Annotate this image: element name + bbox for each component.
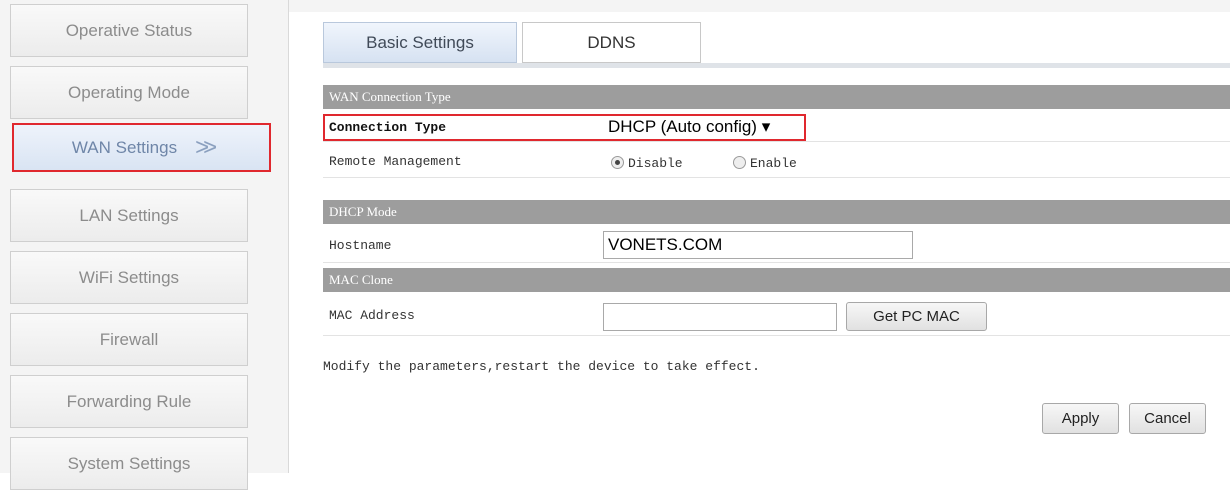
row-connection-type: Connection Type [323, 114, 1230, 142]
sidebar-item-label: System Settings [67, 453, 191, 473]
sidebar-item-label: LAN Settings [79, 205, 179, 225]
section-header-dhcp: DHCP Mode [323, 200, 1230, 224]
remote-disable-radio[interactable] [611, 156, 624, 169]
sidebar-item-wan-settings[interactable]: WAN Settings >> [12, 123, 271, 172]
sidebar-item-label: WiFi Settings [78, 267, 180, 287]
sidebar-item-operative-status[interactable]: Operative Status [10, 4, 248, 57]
sidebar-item-lan-settings[interactable]: LAN Settings [10, 189, 248, 242]
mac-address-label: MAC Address [329, 308, 415, 323]
double-chevron-right-icon: >> [195, 133, 217, 161]
tab-label: Basic Settings [366, 32, 474, 52]
sidebar: Operative Status Operating Mode WAN Sett… [0, 0, 288, 490]
remote-enable-label: Enable [750, 156, 797, 171]
section-header-mac: MAC Clone [323, 268, 1230, 292]
remote-management-label: Remote Management [329, 154, 462, 169]
sidebar-item-label: WAN Settings [71, 137, 178, 157]
cancel-button[interactable]: Cancel [1129, 403, 1206, 434]
hostname-label: Hostname [329, 238, 392, 253]
top-band [289, 0, 1230, 12]
connection-type-label: Connection Type [329, 120, 447, 135]
get-pc-mac-button[interactable]: Get PC MAC [846, 302, 987, 331]
hostname-input[interactable] [603, 231, 913, 259]
sidebar-item-label: Operative Status [65, 20, 193, 40]
remote-disable-label: Disable [628, 156, 683, 171]
remote-enable-radio[interactable] [733, 156, 746, 169]
tab-basic-settings[interactable]: Basic Settings [323, 22, 517, 63]
sidebar-item-firewall[interactable]: Firewall [10, 313, 248, 366]
tab-ddns[interactable]: DDNS [522, 22, 701, 63]
restart-note: Modify the parameters,restart the device… [323, 359, 760, 374]
section-header-wan: WAN Connection Type [323, 85, 1230, 109]
sidebar-item-operating-mode[interactable]: Operating Mode [10, 66, 248, 119]
apply-button[interactable]: Apply [1042, 403, 1119, 434]
sidebar-item-label: Firewall [99, 329, 159, 349]
sidebar-item-label: Operating Mode [68, 82, 190, 102]
sidebar-item-wifi-settings[interactable]: WiFi Settings [10, 251, 248, 304]
tab-underline [323, 63, 1230, 68]
tab-label: DDNS [587, 32, 636, 52]
sidebar-item-forwarding-rule[interactable]: Forwarding Rule [10, 375, 248, 428]
sidebar-item-label: Forwarding Rule [66, 391, 192, 411]
connection-type-select[interactable]: DHCP (Auto config) ▾ [608, 116, 770, 138]
sidebar-item-system-settings[interactable]: System Settings [10, 437, 248, 490]
sidebar-divider [288, 0, 289, 473]
mac-address-input[interactable] [603, 303, 837, 331]
